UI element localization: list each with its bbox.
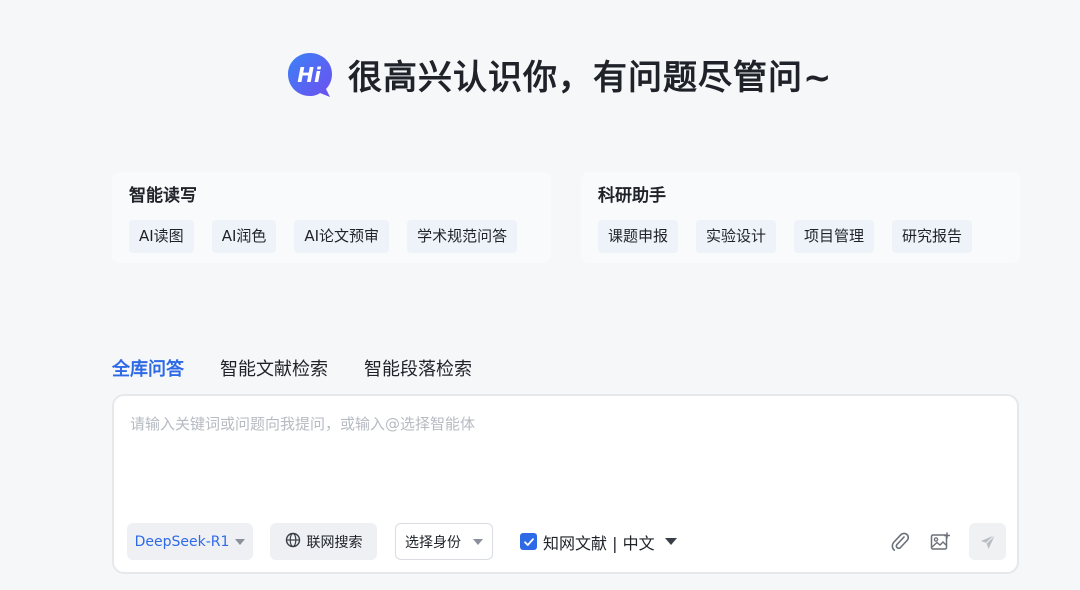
tab-smart-literature-search[interactable]: 智能文献检索 (220, 357, 328, 383)
caret-down-icon (235, 538, 246, 545)
send-button[interactable] (969, 523, 1006, 560)
caret-down-icon[interactable] (664, 538, 677, 545)
source-label: 知网文献 | 中文 (543, 533, 655, 553)
send-icon (980, 534, 995, 549)
search-mode-tabs: 全库问答 智能文献检索 智能段落检索 (112, 357, 472, 383)
input-toolbar: DeepSeek-R1 联网搜索 选择身份 知网文献 | 中文 (127, 523, 1007, 561)
tab-full-library-qa[interactable]: 全库问答 (112, 357, 184, 383)
svg-text:Hi: Hi (297, 63, 322, 87)
paperclip-icon (891, 532, 910, 551)
chip-ai-read-image[interactable]: AI读图 (129, 220, 194, 253)
source-selector: 知网文献 | 中文 (520, 523, 677, 560)
chip-academic-norms-qa[interactable]: 学术规范问答 (407, 220, 518, 253)
model-select-button[interactable]: DeepSeek-R1 (127, 523, 253, 560)
chip-ai-polish[interactable]: AI润色 (211, 220, 277, 253)
attach-file-button[interactable] (884, 526, 916, 558)
chip-ai-paper-review[interactable]: AI论文预审 (294, 220, 390, 253)
card-title: 智能读写 (129, 186, 197, 206)
image-upload-button[interactable] (924, 526, 956, 558)
chip-research-report[interactable]: 研究报告 (892, 220, 973, 253)
feature-card-research-assistant: 科研助手 课题申报 实验设计 项目管理 研究报告 (581, 172, 1020, 263)
tab-smart-paragraph-search[interactable]: 智能段落检索 (364, 357, 472, 383)
source-checkbox[interactable] (520, 533, 537, 550)
card-title: 科研助手 (598, 186, 666, 206)
question-input-box: DeepSeek-R1 联网搜索 选择身份 知网文献 (112, 394, 1019, 574)
image-upload-icon (930, 532, 950, 550)
chip-project-application[interactable]: 课题申报 (598, 220, 679, 253)
web-search-label: 联网搜索 (306, 534, 363, 551)
checkmark-icon (523, 537, 534, 546)
role-select-label: 选择身份 (405, 534, 461, 551)
model-label: DeepSeek-R1 (134, 533, 230, 550)
question-input[interactable] (128, 410, 1002, 438)
hi-logo-icon: Hi (286, 51, 334, 99)
chip-project-management[interactable]: 项目管理 (794, 220, 875, 253)
chip-experiment-design[interactable]: 实验设计 (696, 220, 777, 253)
web-search-button[interactable]: 联网搜索 (270, 523, 377, 560)
caret-down-icon (473, 538, 483, 545)
page-title: 很高兴认识你，有问题尽管问~ (348, 58, 833, 98)
hero-header: Hi 很高兴认识你，有问题尽管问~ (286, 50, 833, 99)
globe-icon (285, 532, 301, 552)
role-select-dropdown[interactable]: 选择身份 (395, 523, 493, 560)
feature-card-smart-writing: 智能读写 AI读图 AI润色 AI论文预审 学术规范问答 (112, 172, 551, 263)
